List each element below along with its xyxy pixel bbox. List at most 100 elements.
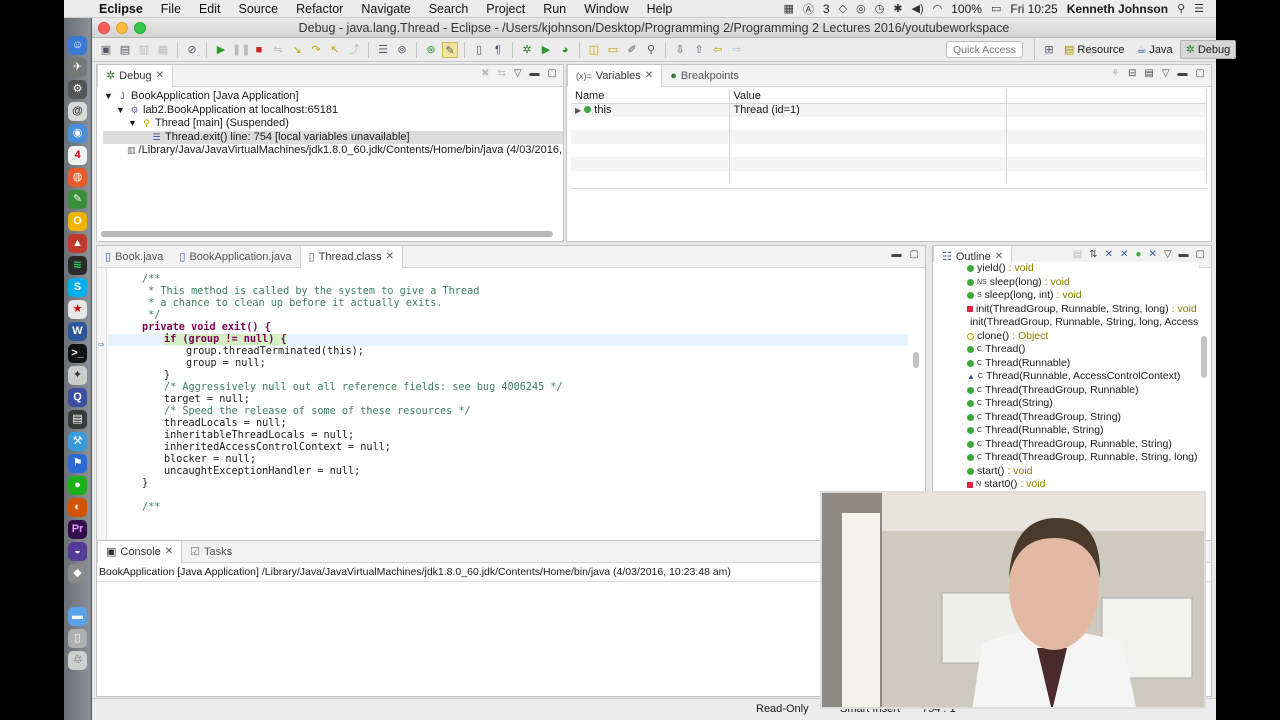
- facetime-icon[interactable]: ●: [68, 476, 87, 495]
- print-icon[interactable]: ▦: [155, 42, 171, 58]
- minimize-window-button[interactable]: [116, 22, 128, 34]
- save-all-icon[interactable]: ▥: [136, 42, 152, 58]
- previous-annotation-icon[interactable]: ⇧: [691, 42, 707, 58]
- view-menu-icon[interactable]: ▽: [1162, 68, 1170, 79]
- menu-run[interactable]: Run: [534, 2, 575, 16]
- adobe-icon[interactable]: Ⓐ: [803, 1, 814, 17]
- show-type-names-icon[interactable]: ⚘: [1111, 68, 1120, 79]
- run-launch-icon[interactable]: ▶: [538, 42, 554, 58]
- quick-access-input[interactable]: [946, 41, 1023, 58]
- link-icon[interactable]: ⇆: [497, 68, 505, 79]
- resume-icon[interactable]: ▶: [213, 42, 229, 58]
- battery-icon[interactable]: ▭: [991, 2, 1001, 15]
- collapse-all-icon[interactable]: ⊟: [1128, 68, 1136, 79]
- new-icon[interactable]: ▣: [98, 42, 114, 58]
- code-editor[interactable]: /** * This method is called by the syste…: [108, 274, 908, 514]
- creative-cloud-icon[interactable]: ◎: [856, 2, 866, 15]
- list-item[interactable]: C Thread(ThreadGroup, Runnable): [967, 384, 1199, 398]
- contacts-icon[interactable]: @: [68, 102, 87, 121]
- xcode-icon[interactable]: ⚒: [68, 432, 87, 451]
- menu-edit[interactable]: Edit: [190, 2, 230, 16]
- spotify-icon[interactable]: ≋: [68, 256, 87, 275]
- save-icon[interactable]: ▤: [117, 42, 133, 58]
- highlight-icon[interactable]: ✎: [442, 41, 458, 58]
- launchpad-icon[interactable]: ✈: [68, 58, 87, 77]
- minimize-icon[interactable]: ▬: [1178, 68, 1188, 79]
- chevron-down-icon[interactable]: ▼: [127, 118, 138, 129]
- perspective-java[interactable]: ☕ Java: [1131, 41, 1177, 58]
- use-step-filters-icon[interactable]: ☰: [375, 42, 391, 58]
- hide-fields-icon[interactable]: ✕: [1105, 249, 1113, 260]
- run-to-line-icon[interactable]: ⊛: [423, 42, 439, 58]
- hide-local-types-icon[interactable]: ✕: [1148, 249, 1156, 260]
- list-item[interactable]: NS sleep(long) : void: [967, 276, 1199, 290]
- close-icon[interactable]: ✕: [995, 251, 1003, 262]
- tree-item-thread[interactable]: ▼ ⚲ Thread [main] (Suspended): [103, 117, 563, 131]
- close-window-button[interactable]: [98, 22, 110, 34]
- list-item[interactable]: C Thread(Runnable): [967, 357, 1199, 371]
- word-icon[interactable]: W: [68, 322, 87, 341]
- menu-project[interactable]: Project: [477, 2, 534, 16]
- chevron-down-icon[interactable]: ▼: [103, 91, 114, 102]
- tab-book-java[interactable]: ▯ Book.java: [97, 246, 171, 268]
- tab-thread-class[interactable]: ▯ Thread.class ✕: [299, 245, 403, 268]
- time-machine-icon[interactable]: ◷: [875, 2, 885, 15]
- new-project-icon[interactable]: ◫: [586, 42, 602, 58]
- view-menu-icon[interactable]: ▽: [514, 68, 522, 79]
- minimize-icon[interactable]: ▬: [530, 68, 540, 79]
- view-menu-icon[interactable]: ▽: [1164, 249, 1172, 260]
- tab-tasks[interactable]: ☑ Tasks: [182, 541, 240, 563]
- open-perspective-icon[interactable]: ⊞: [1041, 42, 1057, 58]
- trash-icon[interactable]: ♲: [68, 651, 87, 670]
- external-tools-icon[interactable]: ◕: [557, 42, 573, 58]
- display-icon[interactable]: ¶: [490, 42, 506, 58]
- list-item[interactable]: init(ThreadGroup, Runnable, String, long…: [967, 316, 1199, 330]
- layout-icon[interactable]: ▤: [1144, 68, 1153, 79]
- list-item[interactable]: init(ThreadGroup, Runnable, String, long…: [967, 303, 1199, 317]
- back-icon[interactable]: ⇦: [710, 42, 726, 58]
- documents-icon[interactable]: ▯: [68, 629, 87, 648]
- table-row[interactable]: ▶ this Thread (id=1): [571, 103, 1207, 117]
- maximize-icon[interactable]: ▢: [548, 68, 557, 79]
- list-item[interactable]: C Thread(String): [967, 397, 1199, 411]
- list-item[interactable]: yield() : void: [967, 262, 1199, 276]
- list-item[interactable]: start() : void: [967, 465, 1199, 479]
- chevron-down-icon[interactable]: ▼: [115, 105, 126, 116]
- system-prefs-icon[interactable]: ⚙: [68, 80, 87, 99]
- finder-icon[interactable]: ☺: [68, 36, 87, 55]
- clock[interactable]: Fri 10:25: [1010, 2, 1057, 16]
- list-item[interactable]: Nstart0() : void: [967, 478, 1199, 492]
- next-annotation-icon[interactable]: ⇩: [672, 42, 688, 58]
- window-titlebar[interactable]: Debug - java.lang.Thread - Eclipse - /Us…: [92, 18, 1216, 38]
- zoom-window-button[interactable]: [134, 22, 146, 34]
- app-rocket-icon[interactable]: ✦: [68, 366, 87, 385]
- column-value-header[interactable]: Value: [729, 89, 1007, 104]
- downloads-folder-icon[interactable]: ▬: [68, 607, 87, 626]
- close-icon[interactable]: ✕: [386, 251, 394, 262]
- terminate-icon[interactable]: ■: [251, 42, 267, 58]
- safari-icon[interactable]: ◉: [68, 124, 87, 143]
- tree-item-stack-frame[interactable]: ☰ Thread.exit() line: 754 [local variabl…: [103, 130, 563, 144]
- perspective-resource[interactable]: ▤ Resource: [1059, 41, 1129, 58]
- skip-breakpoints-icon[interactable]: ⊘: [184, 42, 200, 58]
- tree-item-process[interactable]: ▥ /Library/Java/JavaVirtualMachines/jdk1…: [103, 144, 626, 158]
- tab-console[interactable]: ▣ Console ✕: [97, 540, 183, 563]
- list-item[interactable]: C Thread(ThreadGroup, String): [967, 411, 1199, 425]
- list-item[interactable]: Ssleep(long, int) : void: [967, 289, 1199, 303]
- dropbox-icon[interactable]: ◇: [839, 2, 847, 15]
- minimize-icon[interactable]: ▬: [1179, 249, 1189, 260]
- menu-file[interactable]: File: [152, 2, 190, 16]
- activity-monitor-icon[interactable]: ▤: [68, 410, 87, 429]
- evernote-icon[interactable]: ✎: [68, 190, 87, 209]
- sort-icon[interactable]: ⇅: [1089, 249, 1097, 260]
- premiere-icon[interactable]: Pr: [68, 520, 87, 539]
- menu-navigate[interactable]: Navigate: [352, 2, 419, 16]
- breakpoint-icon[interactable]: ⊚: [394, 42, 410, 58]
- search-icon[interactable]: ⚲: [643, 42, 659, 58]
- open-folder-icon[interactable]: ▭: [605, 42, 621, 58]
- hide-static-icon[interactable]: ✕: [1120, 249, 1128, 260]
- maximize-icon[interactable]: ▢: [1196, 249, 1205, 260]
- app-misc-icon[interactable]: ◆: [68, 564, 87, 583]
- tab-bookapplication-java[interactable]: ▯ BookApplication.java: [171, 246, 299, 268]
- step-into-icon[interactable]: ↘: [289, 42, 305, 58]
